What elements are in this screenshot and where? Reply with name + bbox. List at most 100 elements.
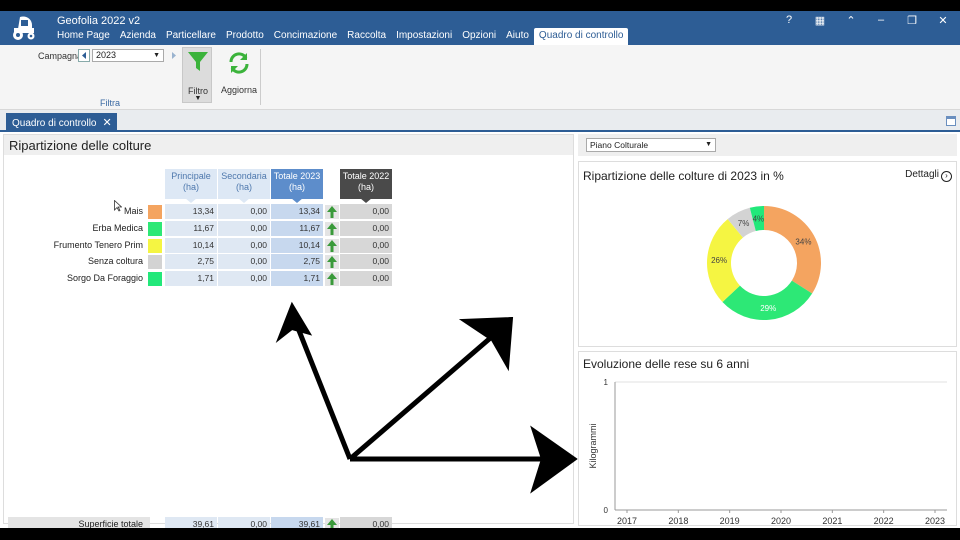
ribbon-tab-particellare[interactable]: Particellare bbox=[161, 28, 221, 45]
yield-evolution-chart-box: Evoluzione delle rese su 6 anni 1 0 Kilogr… bbox=[578, 351, 957, 526]
crop-row[interactable]: Erba Medica 11,67 0,00 11,67 0,00 bbox=[4, 221, 573, 237]
charts-panel: Piano Colturale ▼ Ripartizione delle col… bbox=[578, 134, 957, 526]
trend-up-arrow-icon bbox=[325, 239, 339, 253]
close-icon[interactable]: ✕ bbox=[936, 14, 950, 27]
refresh-icon bbox=[229, 52, 249, 74]
cell-totale-2023: 1,71 bbox=[271, 271, 323, 286]
ribbon-tab-azienda[interactable]: Azienda bbox=[115, 28, 161, 45]
trend-up-arrow-icon bbox=[325, 518, 339, 528]
year-select[interactable]: 2023 ▼ bbox=[92, 49, 164, 62]
trend-up-arrow-icon bbox=[325, 255, 339, 269]
cell-principale: 1,71 bbox=[165, 271, 217, 286]
ribbon-tab-impostazioni[interactable]: Impostazioni bbox=[391, 28, 457, 45]
panel-layout-icon[interactable] bbox=[946, 116, 956, 126]
crop-row[interactable]: Mais 13,34 0,00 13,34 0,00 bbox=[4, 204, 573, 220]
title-bar: Geofolia 2022 v2 Home Page Azienda Partice… bbox=[0, 11, 960, 45]
header-totale-2023: Totale 2023 (ha) bbox=[271, 169, 323, 199]
dettagli-link[interactable]: Dettagli › bbox=[905, 169, 952, 182]
crop-row[interactable]: Senza coltura 2,75 0,00 2,75 0,00 bbox=[4, 254, 573, 270]
x-tick-label: 2017 bbox=[617, 516, 637, 526]
ribbon-tab-aiuto[interactable]: Aiuto bbox=[501, 28, 534, 45]
yield-evolution-chart: 1 0 Kilogrammi 2017 2018 2019 2020 2021 2022 2023 bbox=[588, 378, 947, 526]
x-tick-label: 2021 bbox=[822, 516, 842, 526]
chart-type-select-value: Piano Colturale bbox=[590, 140, 649, 150]
close-tab-icon[interactable]: ✕ bbox=[103, 117, 112, 129]
x-tick-label: 2022 bbox=[874, 516, 894, 526]
pie-slice-label: 7% bbox=[738, 219, 750, 228]
minimize-icon[interactable]: – bbox=[874, 14, 888, 26]
header-totale-2022: Totale 2022 (ha) bbox=[340, 169, 392, 199]
app-window: Geofolia 2022 v2 Home Page Azienda Partice… bbox=[0, 11, 960, 528]
total-totale-2022: 0,00 bbox=[340, 517, 392, 528]
document-tab-bar: Quadro di controllo ✕ bbox=[0, 110, 960, 132]
cell-principale: 2,75 bbox=[165, 254, 217, 269]
cell-principale: 11,67 bbox=[165, 221, 217, 236]
x-tick-label: 2018 bbox=[668, 516, 688, 526]
filtra-group-label: Filtra bbox=[100, 98, 120, 108]
crop-share-chart-box: Ripartizione delle colture di 2023 in % … bbox=[578, 161, 957, 347]
crop-name: Erba Medica bbox=[92, 223, 143, 233]
total-secondaria: 0,00 bbox=[218, 517, 270, 528]
crop-color-swatch bbox=[148, 222, 162, 236]
total-totale-2023: 39,61 bbox=[271, 517, 323, 528]
crop-color-swatch bbox=[148, 239, 162, 253]
ribbon-tab-concimazione[interactable]: Concimazione bbox=[269, 28, 342, 45]
header-principale: Principale (ha) bbox=[165, 169, 217, 199]
filtro-button[interactable]: Filtro ▼ bbox=[182, 47, 212, 103]
cell-totale-2023: 2,75 bbox=[271, 254, 323, 269]
ribbon-tab-prodotto[interactable]: Prodotto bbox=[221, 28, 269, 45]
restore-icon[interactable]: ❐ bbox=[905, 14, 919, 27]
chevron-down-icon: ▼ bbox=[194, 95, 202, 102]
chart-type-select[interactable]: Piano Colturale ▼ bbox=[586, 138, 716, 152]
cell-totale-2022: 0,00 bbox=[340, 204, 392, 219]
filter-funnel-icon bbox=[188, 52, 208, 71]
previous-year-button[interactable] bbox=[78, 49, 90, 62]
cell-totale-2022: 0,00 bbox=[340, 221, 392, 236]
aggiorna-label: Aggiorna bbox=[220, 85, 258, 95]
aggiorna-button[interactable]: Aggiorna bbox=[220, 49, 258, 99]
trend-up-arrow-icon bbox=[325, 205, 339, 219]
tab-quadro-di-controllo[interactable]: Quadro di controllo ✕ bbox=[6, 113, 117, 132]
panel-title: Ripartizione delle colture bbox=[4, 135, 573, 155]
charts-toolbar: Piano Colturale ▼ bbox=[578, 134, 957, 156]
pie-slice-label: 34% bbox=[795, 237, 811, 246]
crop-share-donut-chart: 34% 29% 26% 7%4% bbox=[707, 206, 821, 320]
cell-totale-2022: 0,00 bbox=[340, 238, 392, 253]
crop-name: Frumento Tenero Prim bbox=[53, 240, 143, 250]
doc-tab-label: Quadro di controllo bbox=[12, 118, 97, 129]
crop-color-swatch bbox=[148, 272, 162, 286]
ribbon-tab-quadro-di-controllo[interactable]: Quadro di controllo bbox=[533, 28, 629, 45]
total-label: Superficie totale bbox=[78, 519, 143, 528]
cell-totale-2023: 11,67 bbox=[271, 221, 323, 236]
collapse-ribbon-icon[interactable]: ⌃ bbox=[844, 14, 858, 27]
cell-secondaria: 0,00 bbox=[218, 221, 270, 236]
cell-principale: 13,34 bbox=[165, 204, 217, 219]
crop-row[interactable]: Sorgo Da Foraggio 1,71 0,00 1,71 0,00 bbox=[4, 271, 573, 287]
trend-up-arrow-icon bbox=[325, 272, 339, 286]
cell-secondaria: 0,00 bbox=[218, 238, 270, 253]
chevron-right-circle-icon: › bbox=[941, 171, 952, 182]
help-icon[interactable]: ? bbox=[782, 14, 796, 26]
ribbon-tab-opzioni[interactable]: Opzioni bbox=[457, 28, 501, 45]
total-principale: 39,61 bbox=[165, 517, 217, 528]
year-select-value: 2023 bbox=[96, 50, 117, 60]
pie-slice-label: 4% bbox=[753, 214, 765, 223]
ribbon-tab-raccolta[interactable]: Raccolta bbox=[342, 28, 391, 45]
cell-totale-2023: 10,14 bbox=[271, 238, 323, 253]
y-tick-label: 0 bbox=[604, 506, 609, 515]
ribbon-separator bbox=[260, 49, 261, 105]
pie-slice-label: 29% bbox=[760, 304, 776, 313]
pie-slice-mais[interactable] bbox=[764, 206, 821, 294]
cell-totale-2023: 13,34 bbox=[271, 204, 323, 219]
calculator-icon[interactable]: ▦ bbox=[813, 14, 827, 27]
y-tick-label: 1 bbox=[604, 378, 609, 387]
app-title: Geofolia 2022 v2 bbox=[57, 15, 141, 27]
x-tick-label: 2019 bbox=[720, 516, 740, 526]
cell-totale-2022: 0,00 bbox=[340, 254, 392, 269]
crop-row[interactable]: Frumento Tenero Prim 10,14 0,00 10,14 0,00 bbox=[4, 238, 573, 254]
ribbon-tab-bar: Home Page Azienda Particellare Prodotto Conc… bbox=[52, 28, 629, 45]
campagna-label: Campagna bbox=[38, 51, 83, 61]
next-year-button[interactable] bbox=[168, 49, 180, 62]
ribbon-tab-home-page[interactable]: Home Page bbox=[52, 28, 115, 45]
crop-color-swatch bbox=[148, 205, 162, 219]
